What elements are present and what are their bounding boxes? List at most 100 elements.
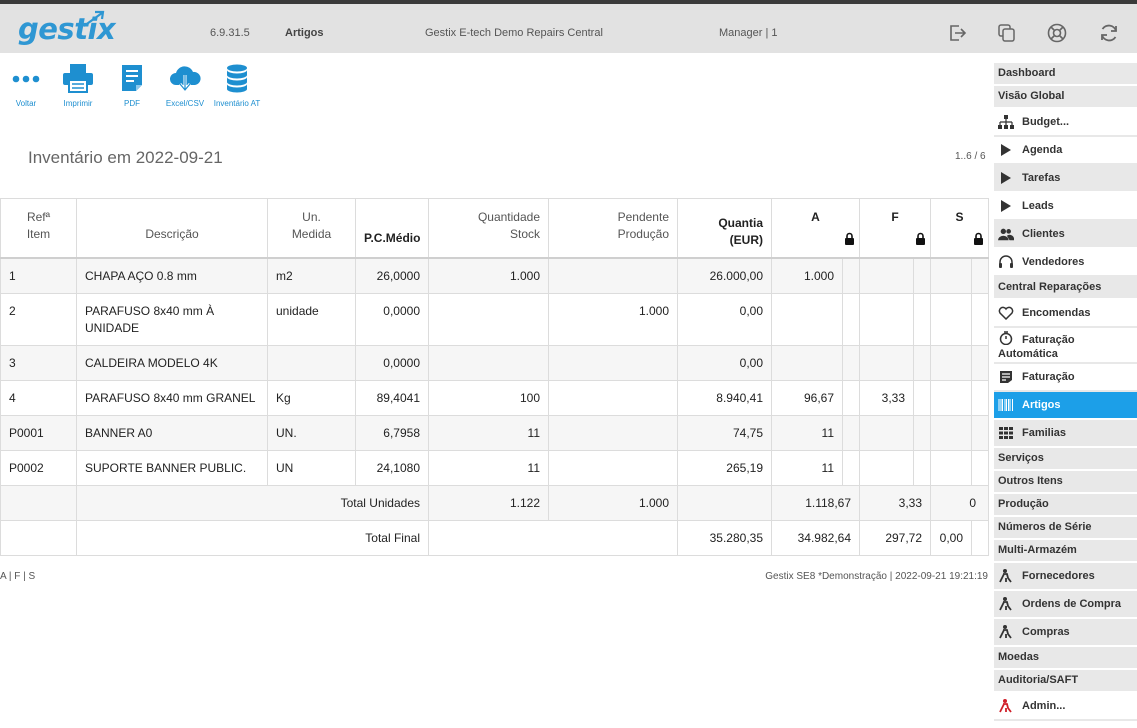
pager: 1..6 / 6 [955, 151, 986, 162]
sidebar-item-servicos[interactable]: Serviços [994, 448, 1137, 471]
col-amount-line1: Quantia [718, 216, 763, 230]
col-qty-stock[interactable]: Quantidade Stock [428, 198, 549, 259]
pdf-document-icon [122, 65, 142, 91]
refresh-icon[interactable] [1098, 22, 1120, 44]
cell-ref[interactable]: 4 [0, 379, 77, 416]
sidebar-item-leads[interactable]: Leads [994, 193, 1137, 221]
cell-description[interactable]: BANNER A0 [76, 414, 268, 451]
sidebar-item-vendedores[interactable]: Vendedores [994, 249, 1137, 277]
col-amount[interactable]: Quantia (EUR) [677, 198, 772, 259]
col-pend-line2: Produção [617, 227, 669, 241]
col-f[interactable]: F [859, 198, 932, 259]
cell-ref[interactable]: P0002 [0, 449, 77, 486]
col-description-label: Descrição [145, 226, 199, 241]
sidebar-item-artigos[interactable]: Artigos [994, 392, 1137, 420]
total-final-s: 0,00 [930, 519, 973, 556]
cell-description[interactable]: SUPORTE BANNER PUBLIC. [76, 449, 268, 486]
table-row[interactable]: P0002 SUPORTE BANNER PUBLIC. UN 24,1080 … [0, 449, 990, 486]
sidebar-label: Agenda [1022, 144, 1063, 156]
cell-f-pad [913, 344, 932, 381]
col-a[interactable]: A [770, 198, 861, 259]
sidebar-item-agenda[interactable]: Agenda [994, 137, 1137, 165]
sidebar-item-dashboard[interactable]: Dashboard [994, 63, 1137, 86]
sidebar-item-clientes[interactable]: Clientes [994, 221, 1137, 249]
sidebar-item-moedas[interactable]: Moedas [994, 647, 1137, 670]
cell-pending [548, 379, 678, 416]
cell-description[interactable]: PARAFUSO 8x40 mm GRANEL [76, 379, 268, 416]
sidebar-item-fornecedores[interactable]: Fornecedores [994, 563, 1137, 591]
sidebar-item-auditoria-saft[interactable]: Auditoria/SAFT [994, 670, 1137, 693]
sidebar-item-global[interactable]: Visão Global [994, 86, 1137, 109]
sidebar-item-faturacao[interactable]: Faturação [994, 364, 1137, 392]
sidebar-item-encomendas[interactable]: Encomendas [994, 300, 1137, 328]
cell-empty [0, 484, 77, 521]
cell-a: 96,67 [771, 379, 843, 416]
col-unit[interactable]: Un. Medida [267, 198, 356, 259]
col-pending-production[interactable]: Pendente Produção [548, 198, 678, 259]
table-row[interactable]: 4 PARAFUSO 8x40 mm GRANEL Kg 89,4041 100… [0, 379, 990, 416]
sidebar-item-producao[interactable]: Produção [994, 494, 1137, 517]
total-units-amount [677, 484, 772, 521]
sidebar-item-numeros-serie[interactable]: Números de Série [994, 517, 1137, 540]
col-s[interactable]: S [930, 198, 990, 259]
cell-unit: unidade [267, 292, 356, 346]
table-row[interactable]: 2 PARAFUSO 8x40 mm À UNIDADE unidade 0,0… [0, 292, 990, 346]
worker-icon [999, 597, 1012, 611]
cell-ref[interactable]: 1 [0, 257, 77, 294]
sidebar-item-tarefas[interactable]: Tarefas [994, 165, 1137, 193]
pdf-button[interactable]: PDF [102, 63, 162, 108]
cell-description[interactable]: PARAFUSO 8x40 mm À UNIDADE [76, 292, 268, 346]
cell-ref[interactable]: 3 [0, 344, 77, 381]
cell-description[interactable]: CALDEIRA MODELO 4K [76, 344, 268, 381]
cell-qty-stock: 11 [428, 449, 549, 486]
cell-description[interactable]: CHAPA AÇO 0.8 mm [76, 257, 268, 294]
inventory-at-button[interactable]: Inventário AT [207, 63, 267, 108]
col-description[interactable]: Descrição [76, 198, 268, 259]
table-row[interactable]: 1 CHAPA AÇO 0.8 mm m2 26,0000 1.000 26.0… [0, 257, 990, 294]
excel-csv-button[interactable]: Excel/CSV [155, 63, 215, 108]
sidebar-label: Faturação [1022, 334, 1075, 346]
help-lifebuoy-icon[interactable] [1046, 22, 1068, 44]
cell-a-pad [841, 449, 861, 486]
windows-icon[interactable] [996, 22, 1018, 44]
cell-s [930, 257, 973, 294]
current-user[interactable]: Manager | 1 [719, 27, 778, 39]
org-chart-icon [998, 115, 1014, 129]
admin-worker-icon [999, 699, 1012, 713]
logout-icon[interactable] [946, 22, 968, 44]
cell-ref[interactable]: 2 [0, 292, 77, 346]
lock-icon [845, 232, 855, 245]
sidebar-label: Familias [1022, 427, 1067, 439]
sidebar-menu: Dashboard Visão Global Budget... Agenda … [994, 63, 1137, 728]
sidebar-item-faturacao-automatica[interactable]: Faturação Automática [994, 328, 1137, 364]
table-row[interactable]: P0001 BANNER A0 UN. 6,7958 11 74,75 11 [0, 414, 990, 451]
total-final-f: 297,72 [859, 519, 932, 556]
table-row[interactable]: 3 CALDEIRA MODELO 4K 0,0000 0,00 [0, 344, 990, 381]
sidebar-item-multi-armazem[interactable]: Multi-Armazém [994, 540, 1137, 563]
cell-f-pad [913, 292, 932, 346]
table-header-row: Refª Item Descrição Un. Medida P.C.Médio… [0, 198, 990, 259]
cell-ref[interactable]: P0001 [0, 414, 77, 451]
sidebar-label: Faturação [1022, 371, 1075, 383]
cell-a: 1.000 [771, 257, 843, 294]
sidebar-item-familias[interactable]: Familias [994, 420, 1137, 448]
cell-f-pad [913, 449, 932, 486]
sidebar-label: Leads [1022, 200, 1054, 212]
sidebar-item-budget[interactable]: Budget... [994, 109, 1137, 137]
page-title: Inventário em 2022-09-21 [28, 148, 223, 167]
cell-f-pad [913, 414, 932, 451]
sidebar-label: Compras [1022, 626, 1070, 638]
col-avg-price[interactable]: P.C.Médio [355, 198, 429, 259]
col-ref[interactable]: Refª Item [0, 198, 77, 259]
sidebar-item-ordens-compra[interactable]: Ordens de Compra [994, 591, 1137, 619]
cell-amount: 265,19 [677, 449, 772, 486]
cell-s-pad [971, 449, 990, 486]
sidebar-item-central-reparacoes[interactable]: Central Reparações [994, 277, 1137, 300]
sidebar-label: Central Reparações [998, 281, 1102, 293]
excel-csv-label: Excel/CSV [165, 99, 205, 108]
sidebar-item-outros-itens[interactable]: Outros Itens [994, 471, 1137, 494]
cell-s-pad [971, 379, 990, 416]
print-button[interactable]: Imprimir [48, 63, 108, 108]
sidebar-item-compras[interactable]: Compras [994, 619, 1137, 647]
sidebar-item-admin[interactable]: Admin... [994, 693, 1137, 721]
